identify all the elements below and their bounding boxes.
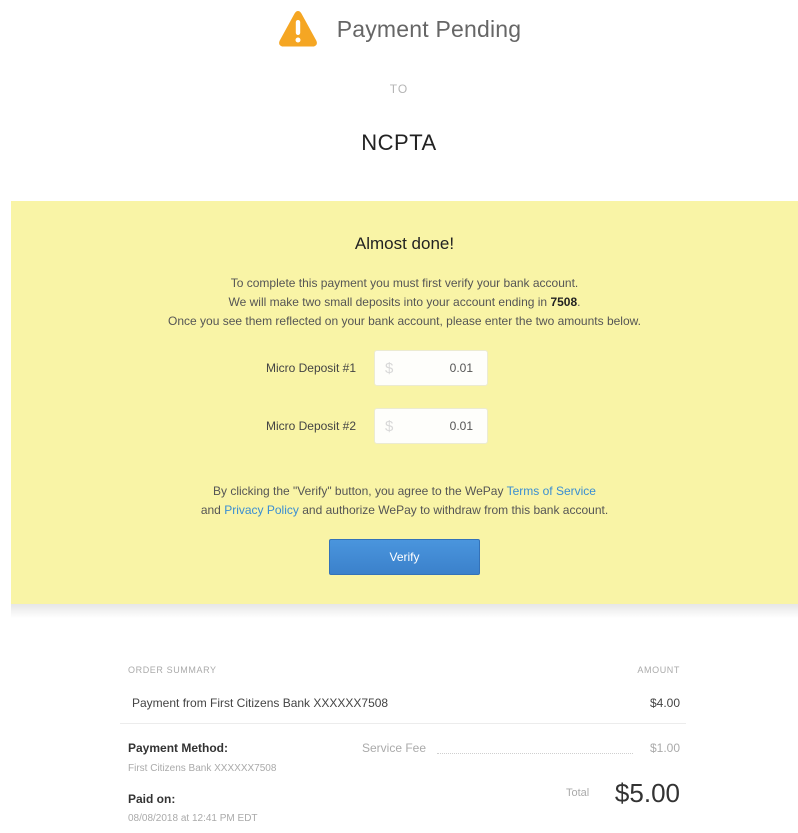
summary-divider bbox=[120, 723, 686, 724]
line-item-description: Payment from First Citizens Bank XXXXXX7… bbox=[132, 696, 389, 710]
total-amount: $5.00 bbox=[614, 778, 680, 808]
total-label: Total bbox=[566, 787, 590, 799]
micro-deposit-1-value: 0.01 bbox=[449, 361, 473, 375]
micro-deposit-2-input[interactable]: $ 0.01 bbox=[374, 408, 488, 444]
status-title: Payment Pending bbox=[336, 15, 522, 42]
agreement-line-2: and Privacy Policy and authorize WePay t… bbox=[11, 501, 798, 520]
currency-symbol: $ bbox=[385, 418, 394, 435]
instruction-line-2: We will make two small deposits into you… bbox=[228, 295, 581, 309]
payment-header: Payment Pending TO NCPTA bbox=[0, 0, 798, 200]
status-row: Payment Pending bbox=[0, 8, 798, 50]
privacy-policy-link[interactable]: Privacy Policy bbox=[224, 503, 299, 517]
agreement-suffix: and authorize WePay to withdraw from thi… bbox=[302, 503, 609, 517]
bank-verification-panel: Almost done! To complete this payment yo… bbox=[11, 201, 798, 604]
micro-deposit-2-value: 0.01 bbox=[449, 419, 473, 433]
agreement-line-1: By clicking the "Verify" button, you agr… bbox=[11, 482, 798, 501]
line-item-amount: $4.00 bbox=[649, 696, 680, 710]
micro-deposit-2-label: Micro Deposit #2 bbox=[265, 419, 356, 433]
paid-on-label: Paid on: bbox=[128, 792, 176, 806]
currency-symbol: $ bbox=[385, 360, 394, 377]
terms-of-service-link[interactable]: Terms of Service bbox=[507, 484, 596, 498]
micro-deposit-1-input[interactable]: $ 0.01 bbox=[374, 350, 488, 386]
paid-on-value: 08/08/2018 at 12:41 PM EDT bbox=[128, 813, 258, 824]
verify-button[interactable]: Verify bbox=[329, 539, 480, 575]
panel-title: Almost done! bbox=[354, 234, 455, 253]
service-fee-amount: $1.00 bbox=[649, 741, 680, 755]
micro-deposit-row-1: Micro Deposit #1 $ 0.01 bbox=[11, 350, 798, 388]
warning-icon bbox=[278, 11, 317, 47]
order-summary-heading: ORDER SUMMARY bbox=[128, 665, 217, 675]
micro-deposit-row-2: Micro Deposit #2 $ 0.01 bbox=[11, 408, 798, 446]
payment-method-label: Payment Method: bbox=[128, 741, 229, 755]
agreement-text: By clicking the "Verify" button, you agr… bbox=[11, 482, 798, 520]
instruction-line-1: To complete this payment you must first … bbox=[230, 276, 579, 290]
payment-method-value: First Citizens Bank XXXXXX7508 bbox=[128, 763, 277, 774]
service-fee-leader bbox=[437, 753, 633, 754]
verification-instructions: To complete this payment you must first … bbox=[11, 274, 798, 331]
agreement-prefix: By clicking the "Verify" button, you agr… bbox=[213, 484, 504, 498]
instruction-line-2-text: We will make two small deposits into you… bbox=[228, 295, 548, 309]
account-last4: 7508 bbox=[550, 295, 578, 309]
merchant-name: NCPTA bbox=[361, 130, 437, 155]
section-divider bbox=[11, 604, 798, 618]
order-summary: ORDER SUMMARY AMOUNT Payment from First … bbox=[0, 620, 798, 833]
agreement-and: and bbox=[200, 503, 221, 517]
service-fee-label: Service Fee bbox=[362, 741, 427, 755]
instruction-line-3: Once you see them reflected on your bank… bbox=[168, 314, 641, 328]
amount-heading: AMOUNT bbox=[637, 665, 680, 675]
micro-deposit-1-label: Micro Deposit #1 bbox=[265, 361, 356, 375]
to-label: TO bbox=[389, 82, 409, 96]
